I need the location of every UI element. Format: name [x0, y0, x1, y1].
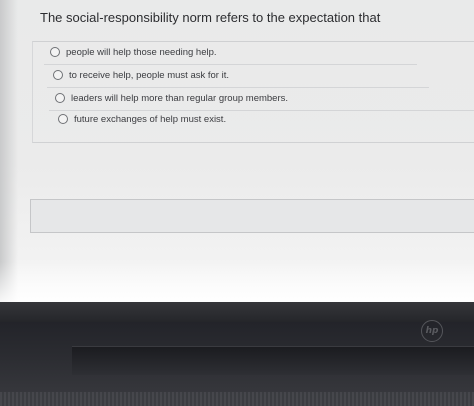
radio-button[interactable]: [53, 70, 63, 80]
monitor-bezel: [0, 302, 474, 322]
question-text: The social-responsibility norm refers to…: [40, 10, 381, 25]
option-1[interactable]: people will help those needing help.: [44, 42, 417, 65]
option-1-label: people will help those needing help.: [66, 46, 217, 58]
radio-button[interactable]: [58, 114, 68, 124]
option-4-label: future exchanges of help must exist.: [74, 113, 227, 125]
empty-panel: [30, 199, 474, 233]
option-2-label: to receive help, people must ask for it.: [69, 69, 229, 81]
radio-button[interactable]: [50, 47, 60, 57]
radio-button[interactable]: [55, 93, 65, 103]
monitor-screen: The social-responsibility norm refers to…: [0, 0, 474, 302]
option-3[interactable]: leaders will help more than regular grou…: [49, 88, 474, 111]
hp-logo-icon: hp: [421, 320, 443, 342]
screen-edge-shadow: [0, 0, 18, 302]
option-3-label: leaders will help more than regular grou…: [71, 92, 289, 104]
keyboard-edge: [0, 392, 474, 406]
option-4[interactable]: future exchanges of help must exist.: [58, 109, 226, 129]
laptop-hinge: [72, 346, 474, 375]
option-2[interactable]: to receive help, people must ask for it.: [47, 65, 429, 88]
